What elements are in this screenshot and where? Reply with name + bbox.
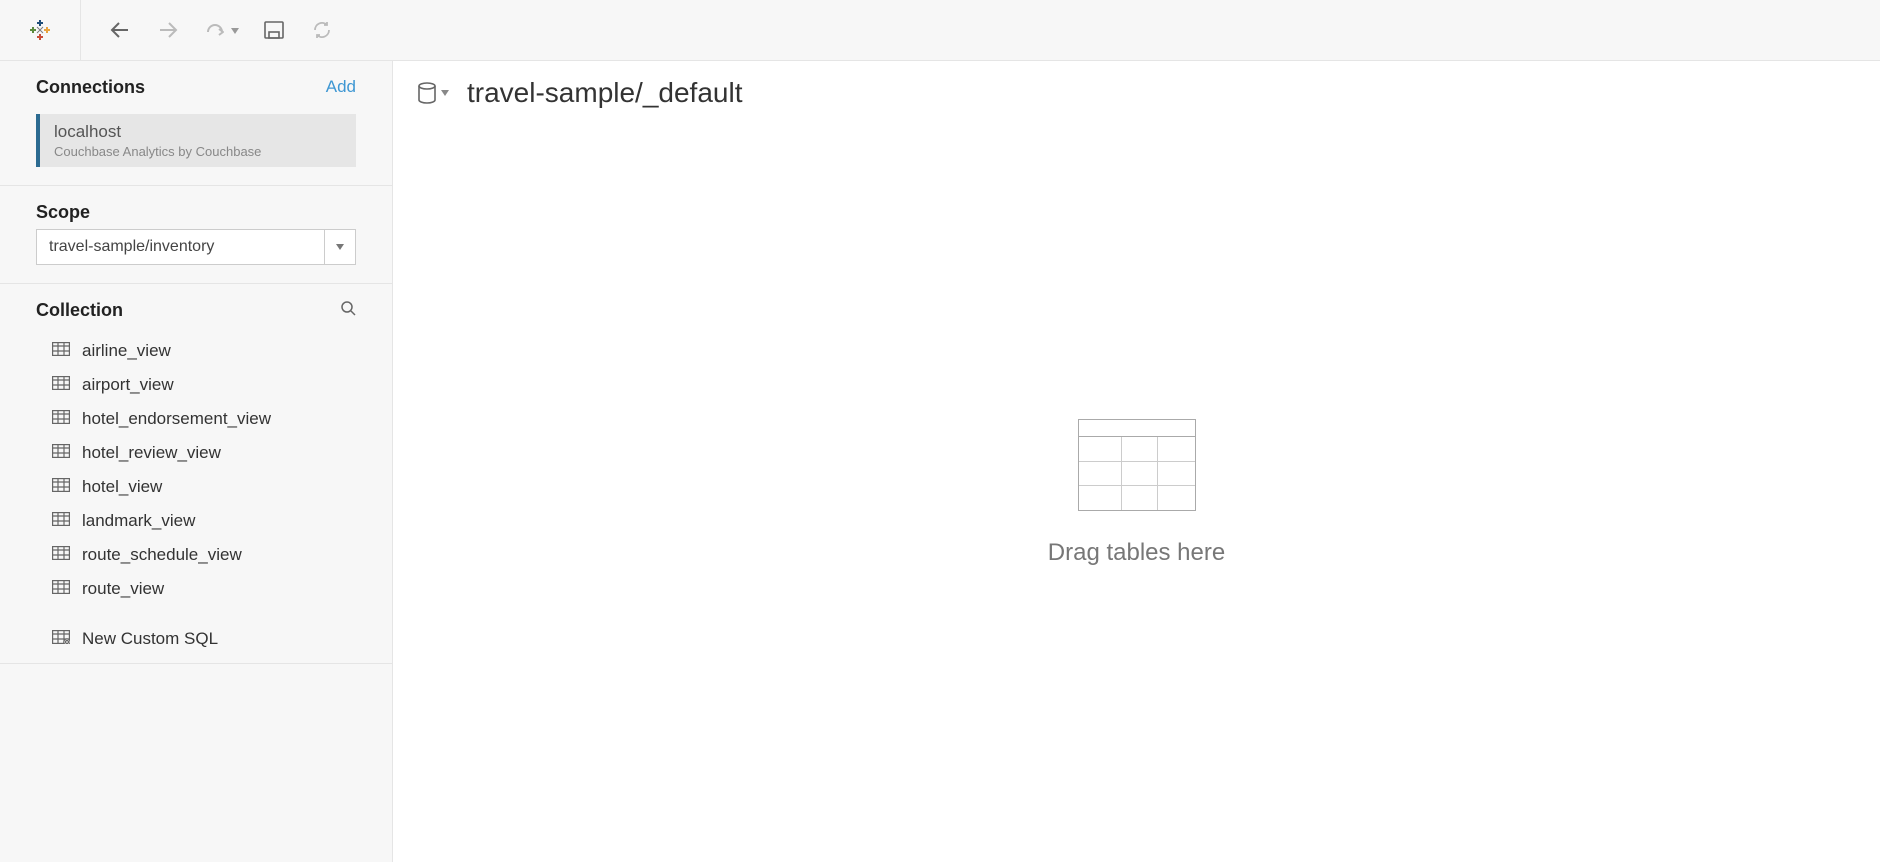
app-root: Connections Add localhost Couchbase Anal… bbox=[0, 0, 1880, 862]
table-item[interactable]: route_view bbox=[52, 573, 356, 605]
connection-name: localhost bbox=[54, 122, 342, 142]
datasource-title[interactable]: travel-sample/_default bbox=[467, 77, 742, 109]
tableau-logo[interactable] bbox=[0, 0, 81, 60]
nav-buttons bbox=[81, 17, 335, 43]
sidebar: Connections Add localhost Couchbase Anal… bbox=[0, 61, 393, 862]
table-item-label: landmark_view bbox=[82, 511, 195, 531]
collection-title: Collection bbox=[36, 300, 123, 321]
scope-section: Scope travel-sample/inventory bbox=[0, 186, 392, 284]
collection-section: Collection airline_view airport_viewhotel… bbox=[0, 284, 392, 664]
table-item[interactable]: hotel_view bbox=[52, 471, 356, 503]
table-item[interactable]: airline_view bbox=[52, 335, 356, 367]
table-item-label: route_schedule_view bbox=[82, 545, 242, 565]
canvas-drop-area[interactable]: Drag tables here bbox=[393, 125, 1880, 862]
table-icon bbox=[52, 477, 70, 497]
table-item-label: airline_view bbox=[82, 341, 171, 361]
redo-button-group bbox=[203, 17, 239, 43]
add-connection-link[interactable]: Add bbox=[326, 77, 356, 97]
search-icon[interactable] bbox=[340, 300, 356, 321]
table-item[interactable]: hotel_review_view bbox=[52, 437, 356, 469]
scope-value: travel-sample/inventory bbox=[36, 229, 325, 265]
connection-driver: Couchbase Analytics by Couchbase bbox=[54, 144, 342, 159]
connection-item[interactable]: localhost Couchbase Analytics by Couchba… bbox=[36, 114, 356, 167]
table-item[interactable]: landmark_view bbox=[52, 505, 356, 537]
drag-tables-label: Drag tables here bbox=[1048, 539, 1225, 567]
table-icon bbox=[52, 579, 70, 599]
collection-list: airline_view airport_view hotel_endorsemen… bbox=[36, 335, 356, 605]
refresh-button[interactable] bbox=[309, 17, 335, 43]
scope-select[interactable]: travel-sample/inventory bbox=[36, 229, 356, 265]
table-icon bbox=[52, 443, 70, 463]
scope-dropdown-icon[interactable] bbox=[325, 229, 356, 265]
table-item-label: route_view bbox=[82, 579, 164, 599]
table-item[interactable]: route_schedule_view bbox=[52, 539, 356, 571]
custom-sql-label: New Custom SQL bbox=[82, 629, 218, 649]
forward-button[interactable] bbox=[155, 17, 181, 43]
datasource-header: travel-sample/_default bbox=[393, 61, 1880, 125]
redo-dropdown-icon[interactable] bbox=[231, 21, 239, 39]
body: Connections Add localhost Couchbase Anal… bbox=[0, 61, 1880, 862]
redo-button[interactable] bbox=[203, 17, 229, 43]
table-item-label: hotel_view bbox=[82, 477, 162, 497]
table-icon bbox=[52, 341, 70, 361]
table-item[interactable]: airport_view bbox=[52, 369, 356, 401]
table-item-label: airport_view bbox=[82, 375, 174, 395]
new-custom-sql[interactable]: New Custom SQL bbox=[36, 615, 356, 653]
database-icon[interactable] bbox=[417, 81, 449, 105]
connections-title: Connections bbox=[36, 77, 145, 98]
placeholder-table-icon bbox=[1078, 419, 1196, 511]
table-icon bbox=[52, 375, 70, 395]
back-button[interactable] bbox=[107, 17, 133, 43]
table-icon bbox=[52, 511, 70, 531]
save-button[interactable] bbox=[261, 17, 287, 43]
custom-sql-icon bbox=[52, 629, 70, 649]
table-item[interactable]: hotel_endorsement_view bbox=[52, 403, 356, 435]
connections-section: Connections Add localhost Couchbase Anal… bbox=[0, 61, 392, 186]
table-item-label: hotel_review_view bbox=[82, 443, 221, 463]
main-area: travel-sample/_default Drag tables here bbox=[393, 61, 1880, 862]
table-icon bbox=[52, 409, 70, 429]
table-item-label: hotel_endorsement_view bbox=[82, 409, 271, 429]
table-icon bbox=[52, 545, 70, 565]
scope-title: Scope bbox=[36, 202, 356, 223]
toolbar bbox=[0, 0, 1880, 61]
